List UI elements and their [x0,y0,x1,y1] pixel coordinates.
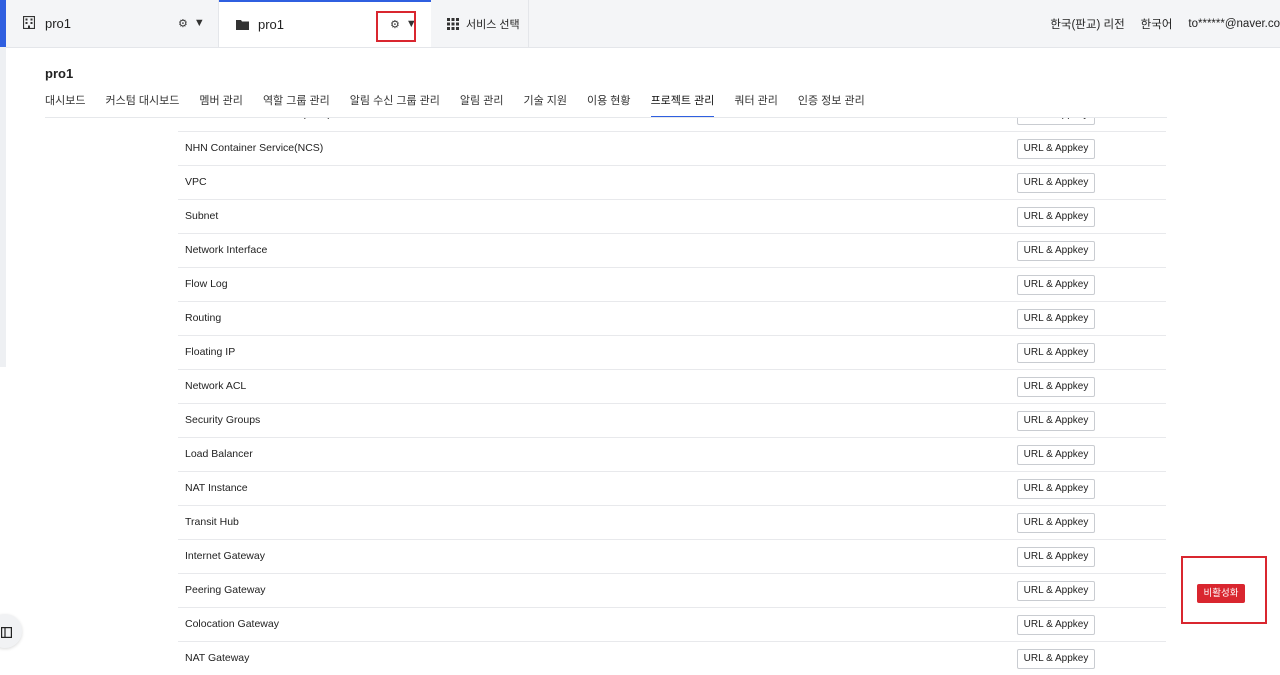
top-right-menu: 한국(판교) 리전 한국어 to******@naver.co [1034,0,1280,47]
tab-project-management[interactable]: 프로젝트 관리 [650,92,714,118]
tab-notification-groups[interactable]: 알림 수신 그룹 관리 [350,92,440,118]
url-appkey-button[interactable]: URL & Appkey [1017,118,1095,125]
list-item: VPC URL & Appkey [178,166,1166,200]
project-name: pro1 [258,17,285,32]
url-appkey-button[interactable]: URL & Appkey [1017,615,1095,635]
list-item: Security Groups URL & Appkey [178,404,1166,438]
service-name: NHN Container Service(NCS) [185,142,324,154]
service-name: NAT Instance [185,482,248,494]
panel-toggle-button[interactable] [0,614,22,648]
url-appkey-button[interactable]: URL & Appkey [1017,241,1095,261]
service-name: VPC [185,176,207,188]
list-item: NAT Gateway URL & Appkey [178,642,1166,675]
url-appkey-button[interactable]: URL & Appkey [1017,309,1095,329]
list-item: Internet Gateway URL & Appkey [178,540,1166,574]
highlight-box-deactivate [1181,556,1267,624]
url-appkey-button[interactable]: URL & Appkey [1017,581,1095,601]
service-select-label: 서비스 선택 [466,19,520,31]
service-name: Routing [185,312,222,324]
service-name: Network Interface [185,244,268,256]
url-appkey-button[interactable]: URL & Appkey [1017,513,1095,533]
url-appkey-button[interactable]: URL & Appkey [1017,275,1095,295]
list-item: Subnet URL & Appkey [178,200,1166,234]
building-icon [22,15,36,34]
organization-settings[interactable]: ⚙ ▼ [178,14,205,32]
url-appkey-button[interactable]: URL & Appkey [1017,207,1095,227]
grid-icon [447,17,459,35]
project-tabs: 대시보드 커스텀 대시보드 멤버 관리 역할 그룹 관리 알림 수신 그룹 관리… [45,92,885,118]
list-item: Peering Gateway URL & Appkey [178,574,1166,608]
url-appkey-button[interactable]: URL & Appkey [1017,411,1095,431]
service-name: Security Groups [185,414,261,426]
page-title: pro1 [45,66,74,81]
url-appkey-button[interactable]: URL & Appkey [1017,547,1095,567]
list-item: NAT Instance URL & Appkey [178,472,1166,506]
list-item: Colocation Gateway URL & Appkey [178,608,1166,642]
service-name: Floating IP [185,346,236,358]
caret-down-icon: ▼ [193,17,205,29]
list-item: Load Balancer URL & Appkey [178,438,1166,472]
region-selector[interactable]: 한국(판교) 리전 [1050,16,1124,32]
tab-role-groups[interactable]: 역할 그룹 관리 [263,92,330,118]
tab-quota[interactable]: 쿼터 관리 [734,92,778,118]
url-appkey-button[interactable]: URL & Appkey [1017,445,1095,465]
panel-toggle-icon [1,625,13,643]
folder-icon [236,17,249,35]
service-name: Peering Gateway [185,584,266,596]
list-item: NHN Container Service(NCS) URL & Appkey [178,132,1166,166]
tab-notifications[interactable]: 알림 관리 [460,92,504,118]
list-item: Routing URL & Appkey [178,302,1166,336]
list-item: Network ACL URL & Appkey [178,370,1166,404]
service-name: Load Balancer [185,448,253,460]
user-account[interactable]: to******@naver.co [1188,18,1280,30]
service-name: Transit Hub [185,516,239,528]
url-appkey-button[interactable]: URL & Appkey [1017,649,1095,669]
top-bar: pro1 ⚙ ▼ pro1 ⚙ ▼ 서비스 선택 한국(판교) 리전 한국어 t… [0,0,1280,48]
service-name: Network ACL [185,380,247,392]
organization-selector[interactable]: pro1 ⚙ ▼ [6,0,219,47]
tab-member-management[interactable]: 멤버 관리 [199,92,243,118]
service-name: Flow Log [185,278,228,290]
tab-usage[interactable]: 이용 현황 [587,92,631,118]
list-item: NHN Kubernetes Service(NKS) URL & Appkey [178,118,1166,132]
organization-name: pro1 [45,16,72,31]
service-name: NAT Gateway [185,652,250,664]
url-appkey-button[interactable]: URL & Appkey [1017,377,1095,397]
left-edge [0,47,6,367]
list-item: Floating IP URL & Appkey [178,336,1166,370]
tab-dashboard[interactable]: 대시보드 [45,92,85,118]
highlight-box-project-settings [376,11,416,42]
language-selector[interactable]: 한국어 [1141,16,1173,32]
tab-custom-dashboard[interactable]: 커스텀 대시보드 [105,92,179,118]
list-item: Transit Hub URL & Appkey [178,506,1166,540]
gear-icon: ⚙ [178,17,188,30]
service-name: NHN Kubernetes Service(NKS) [185,118,331,120]
url-appkey-button[interactable]: URL & Appkey [1017,139,1095,159]
url-appkey-button[interactable]: URL & Appkey [1017,173,1095,193]
url-appkey-button[interactable]: URL & Appkey [1017,479,1095,499]
url-appkey-button[interactable]: URL & Appkey [1017,343,1095,363]
service-name: Colocation Gateway [185,618,279,630]
service-list: NHN Kubernetes Service(NKS)URL & AppkeyN… [178,118,1166,675]
list-item: Flow Log URL & Appkey [178,268,1166,302]
tab-tech-support[interactable]: 기술 지원 [523,92,567,118]
list-item: Network Interface URL & Appkey [178,234,1166,268]
tab-credentials[interactable]: 인증 정보 관리 [798,92,865,118]
service-selector[interactable]: 서비스 선택 [432,0,529,47]
service-name: Subnet [185,210,219,222]
service-name: Internet Gateway [185,550,265,562]
